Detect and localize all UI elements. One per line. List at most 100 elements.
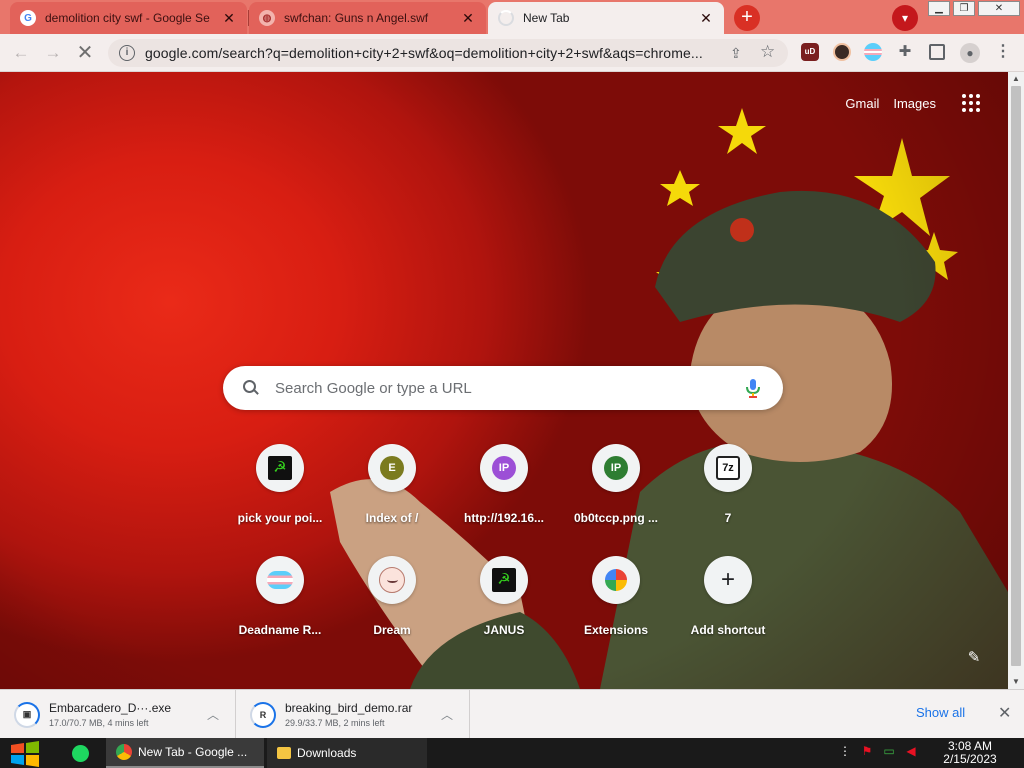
scrollbar-thumb[interactable] (1011, 86, 1021, 666)
download-progress-icon: ▣ (14, 701, 40, 728)
shortcut-tile: IP (480, 444, 528, 492)
new-tab-button[interactable]: + (734, 5, 760, 31)
shortcut-0b0tccp[interactable]: IP 0b0tccp.png ... (560, 444, 672, 544)
url-text[interactable]: google.com/search?q=demolition+city+2+sw… (145, 45, 715, 61)
download-item[interactable]: R breaking_bird_demo.rar 29.9/33.7 MB, 2… (236, 690, 470, 739)
shortcut-dream[interactable]: Dream (336, 556, 448, 656)
taskbar-item-label: New Tab - Google ... (138, 745, 248, 759)
shortcut-label: 0b0tccp.png ... (573, 511, 658, 525)
forward-arrow-icon[interactable]: → (42, 42, 64, 64)
chevron-up-icon[interactable]: ︿ (207, 706, 219, 723)
profile-icon[interactable]: ● (960, 43, 980, 63)
download-status: 29.9/33.7 MB, 2 mins left (285, 718, 385, 728)
shortcut-label: Deadname R... (238, 623, 322, 637)
tab-new-tab[interactable]: New Tab ✕ (488, 2, 724, 34)
shortcut-label: JANUS (483, 623, 525, 637)
shortcut-tile (368, 556, 416, 604)
hammer-sickle-icon: ☭ (268, 456, 292, 480)
shortcut-tile: + (704, 556, 752, 604)
window-minimize-button[interactable]: ▁ (928, 1, 950, 16)
7zip-icon: 7z (716, 456, 740, 480)
shortcut-janus[interactable]: ☭ JANUS (448, 556, 560, 656)
window-restore-button[interactable]: ❐ (953, 1, 975, 16)
trans-flag-extension-icon[interactable] (864, 43, 882, 61)
shortcut-label: 7 (724, 511, 732, 525)
action-center-flag-icon[interactable]: ⚑ (860, 744, 874, 758)
close-icon[interactable]: ✕ (998, 703, 1011, 723)
taskbar-clock[interactable]: 3:08 AM 2/15/2023 (936, 740, 1004, 766)
ip-icon: IP (604, 456, 628, 480)
show-all-downloads-button[interactable]: Show all (916, 705, 965, 720)
shortcut-7[interactable]: 7z 7 (672, 444, 784, 544)
shortcut-tile: E (368, 444, 416, 492)
tray-overflow-icon[interactable]: ⋮ (838, 744, 852, 758)
google-apps-grid-icon[interactable] (962, 94, 980, 112)
tab-swfchan[interactable]: ◍ swfchan: Guns n Angel.swf ✕ (249, 2, 486, 34)
search-input[interactable] (275, 379, 741, 397)
close-icon[interactable]: ✕ (698, 10, 714, 27)
ip-icon: IP (492, 456, 516, 480)
bookmark-star-icon[interactable]: ☆ (760, 42, 775, 62)
tab-title: demolition city swf - Google Se (45, 11, 210, 25)
shortcut-index-of[interactable]: E Index of / (336, 444, 448, 544)
download-filename: Embarcadero_D···.exe (49, 701, 172, 715)
close-icon[interactable]: ✕ (460, 10, 476, 27)
stop-loading-icon[interactable]: ✕ (74, 42, 96, 64)
network-icon[interactable]: ▭ (882, 744, 896, 758)
scroll-up-arrow-icon[interactable]: ▲ (1008, 72, 1024, 86)
ntp-search-box[interactable] (223, 366, 783, 410)
microphone-icon[interactable] (741, 376, 765, 400)
taskbar-downloads-folder[interactable]: Downloads (267, 738, 427, 768)
vertical-scrollbar[interactable]: ▲ ▼ (1008, 72, 1024, 689)
tab-google-search[interactable]: G demolition city swf - Google Se ✕ (10, 2, 247, 34)
download-progress-icon: R (250, 701, 276, 728)
shortcut-label: Add shortcut (690, 623, 766, 637)
hammer-sickle-icon: ☭ (492, 568, 516, 592)
customize-pencil-icon[interactable]: ✎ (964, 648, 984, 668)
add-shortcut-button[interactable]: + Add shortcut (672, 556, 784, 656)
google-g-icon: G (20, 10, 36, 26)
menu-kebab-icon[interactable]: ⋮ (994, 43, 1012, 61)
chevron-up-icon[interactable]: ︿ (441, 706, 453, 723)
shortcut-pick-your-poison[interactable]: ☭ pick your poi... (224, 444, 336, 544)
spotify-icon[interactable] (72, 745, 89, 762)
letter-e-icon: E (380, 456, 404, 480)
ublock-extension-icon[interactable]: uD (801, 43, 819, 61)
globe-icon: ◍ (259, 10, 275, 26)
share-icon[interactable]: ⇪ (730, 45, 742, 62)
shortcut-tile: 7z (704, 444, 752, 492)
info-icon[interactable]: i (119, 45, 135, 61)
volume-muted-icon[interactable]: ◀ (904, 744, 918, 758)
gmail-link[interactable]: Gmail (845, 96, 879, 111)
trans-flag-icon (267, 571, 293, 589)
shortcut-http-192[interactable]: IP http://192.16... (448, 444, 560, 544)
close-icon[interactable]: ✕ (221, 10, 237, 27)
shortcut-label: pick your poi... (237, 511, 323, 525)
avatar-extension-icon[interactable] (833, 43, 851, 61)
plus-icon: + (720, 566, 735, 593)
back-arrow-icon[interactable]: ← (10, 42, 32, 64)
tab-title: swfchan: Guns n Angel.swf (284, 11, 429, 25)
shortcut-deadname[interactable]: Deadname R... (224, 556, 336, 656)
side-panel-icon[interactable] (929, 44, 945, 60)
images-link[interactable]: Images (893, 96, 936, 111)
download-shelf: ▣ Embarcadero_D···.exe 17.0/70.7 MB, 4 m… (0, 689, 1024, 739)
scroll-down-arrow-icon[interactable]: ▼ (1008, 675, 1024, 689)
clock-date: 2/15/2023 (943, 752, 997, 766)
tab-strip: G demolition city swf - Google Se ✕ ◍ sw… (0, 0, 1024, 34)
shortcut-tile: ☭ (480, 556, 528, 604)
download-item[interactable]: ▣ Embarcadero_D···.exe 17.0/70.7 MB, 4 m… (0, 690, 236, 739)
shortcut-tile (256, 556, 304, 604)
shortcut-label: Extensions (583, 623, 649, 637)
download-filename: breaking_bird_demo.rar (285, 701, 413, 715)
shortcut-extensions[interactable]: Extensions (560, 556, 672, 656)
windows-start-icon[interactable] (8, 741, 42, 767)
folder-icon (277, 747, 291, 759)
extensions-puzzle-icon[interactable]: ✚ (896, 43, 914, 61)
search-icon (243, 380, 259, 396)
new-tab-page: Gmail Images ☭ pick your poi... E Index … (0, 72, 1008, 689)
address-bar[interactable]: i google.com/search?q=demolition+city+2+… (108, 39, 788, 67)
window-close-button[interactable]: ✕ (978, 1, 1020, 16)
taskbar-chrome-window[interactable]: New Tab - Google ... (106, 738, 264, 768)
tab-search-chevron-icon[interactable]: ▾ (892, 5, 918, 31)
